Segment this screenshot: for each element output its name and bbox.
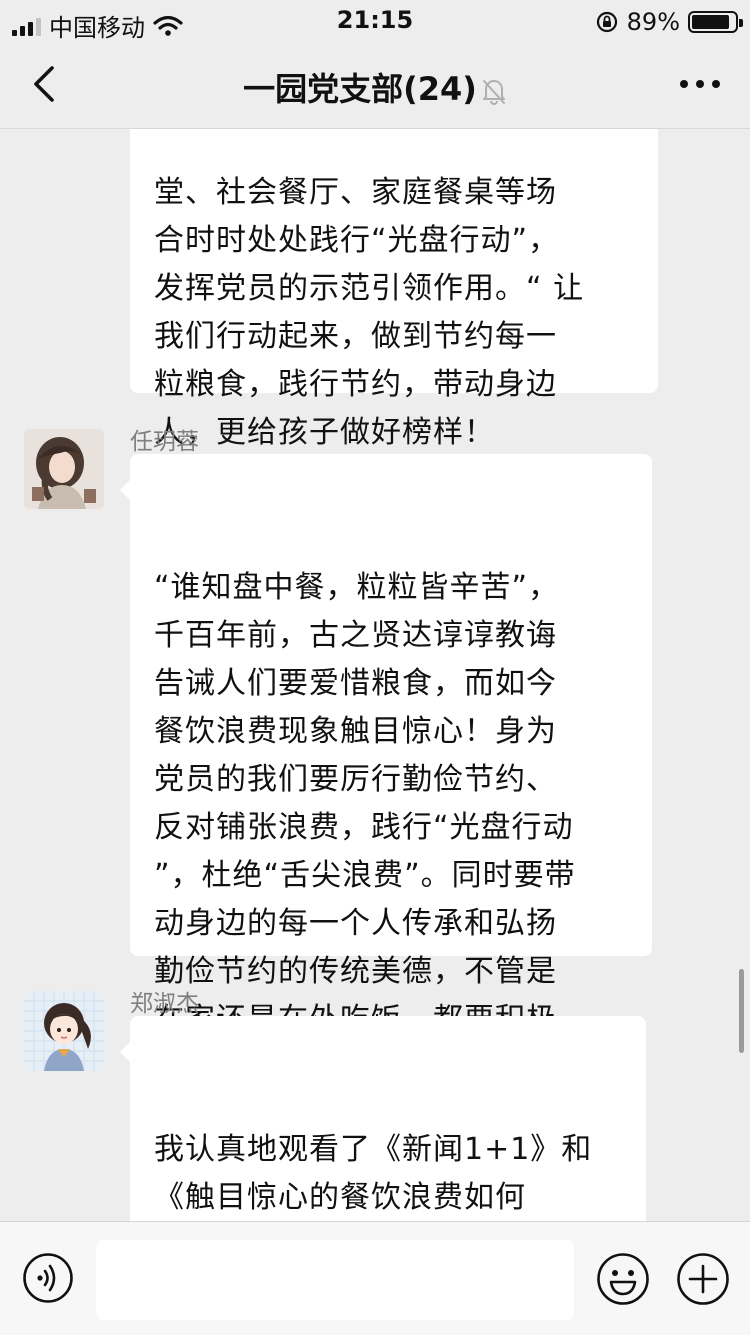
- message-text: “谁知盘中餐，粒粒皆辛苦”， 千百年前，古之贤达谆谆教诲 告诫人们要爱惜粮食，而…: [154, 570, 576, 1085]
- battery-icon: [688, 11, 743, 33]
- status-bar: 中国移动 21:15 89%: [0, 0, 750, 42]
- more-options-button[interactable]: [680, 80, 720, 88]
- battery-percent: 89%: [626, 8, 680, 36]
- sender-name: 郑淑杰: [130, 991, 199, 1017]
- sender-name: 任玥蓉: [130, 429, 199, 455]
- voice-input-button[interactable]: [22, 1252, 74, 1304]
- message-text: 我认真地观看了《新闻1+1》和 《触目惊心的餐饮浪费如何 治》的访谈后感受到小小…: [154, 1132, 593, 1215]
- message-list[interactable]: 堂、社会餐厅、家庭餐桌等场 合时时处处践行“光盘行动”， 发挥党员的示范引领作用…: [0, 129, 750, 1221]
- avatar-image: [24, 991, 104, 1071]
- avatar[interactable]: [24, 429, 104, 509]
- message-bubble[interactable]: 我认真地观看了《新闻1+1》和 《触目惊心的餐饮浪费如何 治》的访谈后感受到小小…: [120, 1016, 646, 1221]
- avatar-image: [24, 429, 104, 509]
- nav-bar: 一园党支部(24): [0, 40, 750, 129]
- scroll-indicator[interactable]: [739, 969, 744, 1053]
- input-bar: [0, 1221, 750, 1335]
- group-name: 一园党支部(24): [243, 70, 477, 108]
- orientation-lock-icon: [596, 11, 617, 33]
- battery-level-fill: [692, 15, 730, 29]
- message-text: 堂、社会餐厅、家庭餐桌等场 合时时处处践行“光盘行动”， 发挥党员的示范引领作用…: [154, 175, 585, 450]
- message-bubble[interactable]: 堂、社会餐厅、家庭餐桌等场 合时时处处践行“光盘行动”， 发挥党员的示范引领作用…: [130, 129, 658, 450]
- more-functions-button[interactable]: [676, 1252, 730, 1306]
- mute-bell-icon: [482, 80, 505, 105]
- message-bubble[interactable]: “谁知盘中餐，粒粒皆辛苦”， 千百年前，古之贤达谆谆教诲 告诫人们要爱惜粮食，而…: [120, 454, 652, 1085]
- emoji-button[interactable]: [596, 1252, 650, 1306]
- chat-title: 一园党支部(24): [0, 64, 750, 110]
- message-input[interactable]: [96, 1240, 574, 1320]
- status-right: 89%: [595, 8, 743, 36]
- avatar[interactable]: [24, 991, 104, 1071]
